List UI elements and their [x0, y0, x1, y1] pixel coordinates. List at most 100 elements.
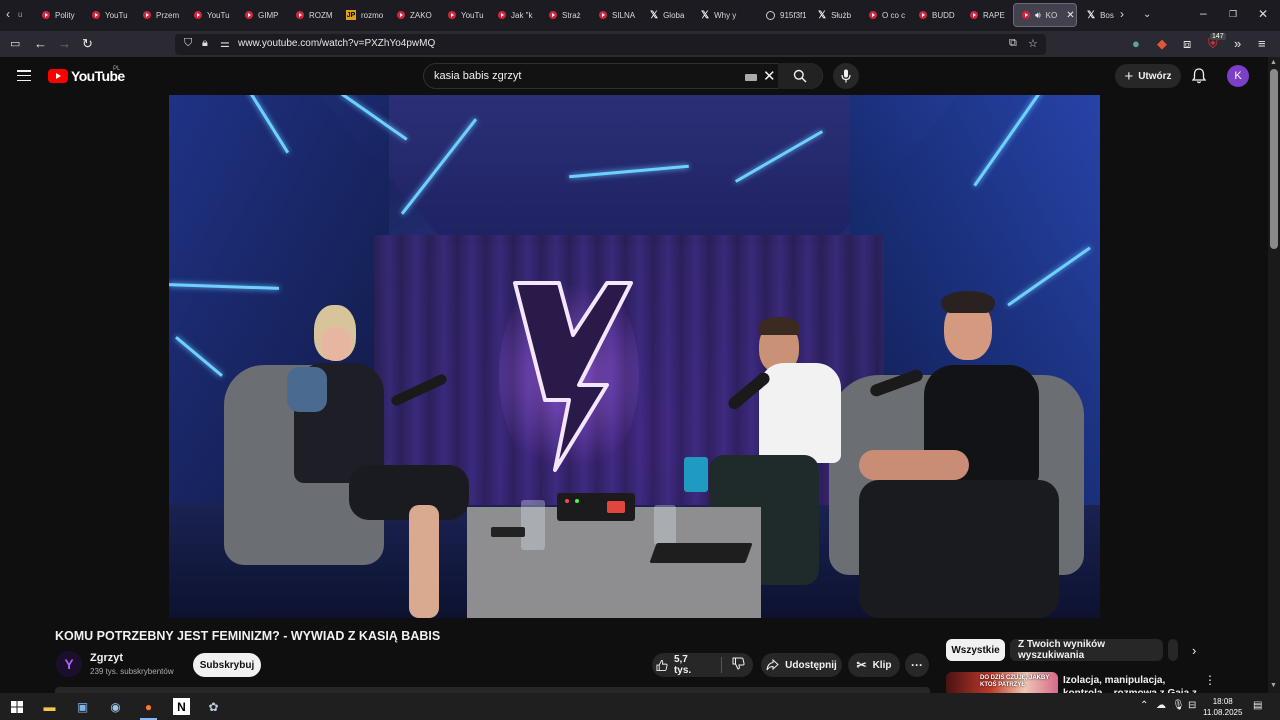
- thumbs-up-icon: [656, 659, 668, 671]
- window-restore-icon[interactable]: ❐: [1229, 9, 1237, 20]
- overflow-chevrons-icon[interactable]: »: [1234, 36, 1241, 52]
- notifications-icon[interactable]: ▤: [1253, 700, 1262, 711]
- browser-tab[interactable]: Jak "k: [490, 3, 538, 27]
- channel-avatar[interactable]: Y: [56, 651, 82, 677]
- browser-tab[interactable]: YouTu: [84, 3, 132, 27]
- scroll-up-icon[interactable]: ▲: [1270, 59, 1277, 66]
- browser-tab[interactable]: RAPE: [962, 3, 1010, 27]
- page-scrollbar[interactable]: ▲ ▼: [1268, 57, 1280, 693]
- search-box[interactable]: kasia babis zgrzyt ✕: [423, 63, 823, 89]
- computer-icon[interactable]: ▣: [74, 698, 91, 715]
- browser-tab[interactable]: YouTu: [440, 3, 488, 27]
- browser-tab[interactable]: 𝕏 Bos: [1079, 3, 1119, 27]
- address-bar[interactable]: ⛉ 🔒︎ ⚌ www.youtube.com/watch?v=PXZhYo4pw…: [175, 34, 1046, 55]
- app-icon[interactable]: ✿: [205, 698, 222, 715]
- youtube-icon: [194, 11, 202, 19]
- chip-all[interactable]: Wszystkie: [946, 639, 1005, 661]
- notifications-bell-icon[interactable]: [1191, 68, 1207, 89]
- firefox-icon[interactable]: ●: [140, 698, 157, 715]
- search-input[interactable]: kasia babis zgrzyt: [434, 70, 521, 82]
- window-close-icon[interactable]: ✕: [1258, 7, 1268, 21]
- steam-icon[interactable]: ◉: [107, 698, 124, 715]
- tab-close-icon[interactable]: ✕: [1066, 10, 1074, 21]
- youtube-icon: [498, 11, 506, 19]
- search-button[interactable]: [778, 63, 822, 89]
- browser-tab[interactable]: BUDD: [911, 3, 959, 27]
- tray-overflow-icon[interactable]: ⌃: [1140, 700, 1148, 711]
- scroll-down-icon[interactable]: ▼: [1270, 682, 1277, 689]
- dislike-button[interactable]: [728, 657, 753, 673]
- more-actions-button[interactable]: ···: [905, 653, 929, 677]
- region-code: PL: [113, 66, 121, 72]
- tab-label: Służb: [831, 10, 852, 20]
- browser-tab[interactable]: 𝕏 Służb: [810, 3, 858, 27]
- browser-tab[interactable]: ROZM: [288, 3, 336, 27]
- keyboard-icon[interactable]: [745, 74, 757, 81]
- share-button[interactable]: Udostępnij: [761, 653, 842, 677]
- tab-scroll-left-icon[interactable]: ‹: [6, 7, 10, 21]
- forward-icon[interactable]: →: [58, 36, 71, 52]
- like-button[interactable]: 5,7 tys.: [652, 654, 705, 676]
- windows-start-icon[interactable]: [8, 698, 25, 715]
- chips-next-icon[interactable]: ›: [1192, 643, 1196, 658]
- create-button[interactable]: + Utwórz: [1115, 64, 1181, 88]
- permissions-icon[interactable]: ⚌: [220, 37, 230, 50]
- lock-icon[interactable]: 🔒︎: [202, 37, 208, 50]
- clock-date: 11.08.2025: [1203, 708, 1243, 717]
- microphone-tray-icon[interactable]: 🎙︎: [1172, 700, 1185, 711]
- onedrive-icon[interactable]: ☁: [1156, 700, 1166, 711]
- tab-audio-icon[interactable]: 🔊︎: [1035, 10, 1041, 21]
- url-text[interactable]: www.youtube.com/watch?v=PXZhYo4pwMQ: [238, 38, 435, 49]
- extension-badge: 147: [1210, 33, 1226, 40]
- browser-tab[interactable]: Przem: [135, 3, 183, 27]
- tab-list-menu-icon[interactable]: ⌄: [1143, 9, 1151, 20]
- browser-tab[interactable]: ZAKO: [389, 3, 437, 27]
- fox-extension-icon[interactable]: ◆: [1157, 36, 1167, 52]
- video-player[interactable]: [169, 95, 1100, 618]
- browser-tab[interactable]: Straż: [541, 3, 589, 27]
- blue-cup: [684, 457, 708, 492]
- shield-icon[interactable]: ⛉: [184, 37, 192, 50]
- browser-tab[interactable]: JP rozmo: [338, 3, 386, 27]
- extensions-puzzle-icon[interactable]: ⧈: [1183, 36, 1191, 52]
- back-icon[interactable]: ←: [34, 36, 47, 52]
- browser-tab[interactable]: 🔊︎ KO ✕: [1013, 3, 1077, 27]
- clip-button[interactable]: ✂ Klip: [848, 653, 900, 677]
- tab-scroll-right-icon[interactable]: ›: [1120, 7, 1124, 21]
- voice-search-button[interactable]: [833, 63, 859, 89]
- clear-search-icon[interactable]: ✕: [763, 67, 776, 85]
- network-icon[interactable]: ⊟: [1188, 700, 1196, 711]
- youtube-icon: [549, 11, 557, 19]
- browser-tab[interactable]: 𝕏 Globa: [642, 3, 690, 27]
- browser-tab[interactable]: Polity: [34, 3, 82, 27]
- window-minimize-icon[interactable]: –: [1200, 6, 1207, 20]
- tab-fragment-label[interactable]: u: [18, 10, 22, 19]
- scrollbar-thumb[interactable]: [1270, 69, 1278, 249]
- browser-tab[interactable]: 𝕏 Why y: [693, 3, 741, 27]
- subscribe-button[interactable]: Subskrybuj: [193, 653, 261, 677]
- browser-tab[interactable]: GIMP: [237, 3, 285, 27]
- browser-tab[interactable]: SILNA: [591, 3, 639, 27]
- bookmark-star-icon[interactable]: ☆: [1028, 37, 1038, 50]
- notion-icon[interactable]: N: [173, 698, 190, 715]
- chip-partial[interactable]: [1168, 639, 1178, 661]
- chip-from-search[interactable]: Z Twoich wyników wyszukiwania: [1010, 639, 1163, 661]
- youtube-icon: [143, 11, 151, 19]
- app-menu-icon[interactable]: ≡: [1258, 36, 1266, 52]
- account-avatar[interactable]: K: [1227, 65, 1249, 87]
- x-icon: 𝕏: [818, 9, 827, 21]
- tab-label: YouTu: [207, 10, 230, 20]
- privacy-extension-icon[interactable]: ●: [1132, 36, 1140, 52]
- picture-in-picture-icon[interactable]: ⧉: [1009, 37, 1017, 50]
- browser-tab[interactable]: O co c: [861, 3, 909, 27]
- file-explorer-icon[interactable]: ▬: [41, 698, 58, 715]
- clock[interactable]: 18:08 11.08.2025: [1203, 696, 1242, 718]
- recommendation-thumbnail[interactable]: DO DZIŚ CZUJĘ, JAKBY KTOŚ PATRZYŁ: [946, 672, 1058, 693]
- browser-tab[interactable]: YouTu: [186, 3, 234, 27]
- hamburger-menu-icon[interactable]: [17, 70, 31, 82]
- browser-tab[interactable]: 915f3f112: [758, 3, 806, 27]
- sidebar-toggle-icon[interactable]: ▭: [10, 36, 20, 52]
- recommendation-menu-icon[interactable]: ⋮: [1204, 673, 1216, 687]
- reload-icon[interactable]: ↻: [82, 36, 93, 52]
- channel-name[interactable]: Zgrzyt: [90, 652, 123, 664]
